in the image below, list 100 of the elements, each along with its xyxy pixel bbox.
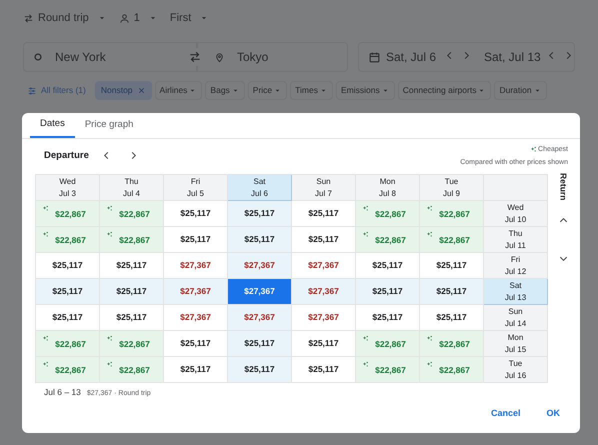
price-cell[interactable]: $25,117	[228, 201, 292, 227]
price-cell[interactable]: $22,867	[356, 357, 420, 383]
price-text: $27,367	[180, 285, 211, 298]
price-cell[interactable]: $22,867	[356, 227, 420, 253]
price-cell[interactable]: $22,867	[356, 331, 420, 357]
price-text: $27,367	[308, 311, 339, 324]
price-cell[interactable]: $27,367	[164, 279, 228, 305]
price-cell[interactable]: $27,367	[164, 305, 228, 331]
dialog-tab[interactable]: Price graph	[74, 113, 144, 138]
row-header[interactable]: Mon Jul 15	[484, 331, 548, 357]
departure-label: Departure	[44, 149, 89, 164]
row-header[interactable]: Sun Jul 14	[484, 305, 548, 331]
trip-option-dropdown[interactable]: First	[170, 10, 210, 26]
column-header[interactable]: Sun Jul 7	[292, 175, 356, 201]
sparkle-icon	[106, 361, 113, 368]
price-cell[interactable]: $25,117	[228, 331, 292, 357]
column-header[interactable]: Fri Jul 5	[164, 175, 228, 201]
price-cell[interactable]: $22,867	[36, 201, 100, 227]
price-cell[interactable]: $25,117	[164, 227, 228, 253]
price-cell[interactable]: $25,117	[420, 253, 484, 279]
price-cell[interactable]: $22,867	[100, 331, 164, 357]
price-text: $25,117	[116, 259, 147, 272]
column-header[interactable]: Mon Jul 8	[356, 175, 420, 201]
price-cell[interactable]: $22,867	[100, 227, 164, 253]
row-header[interactable]: Sat Jul 13	[484, 279, 548, 305]
price-cell[interactable]: $22,867	[36, 331, 100, 357]
dialog-tab[interactable]: Dates	[30, 113, 75, 138]
price-cell[interactable]: $22,867	[420, 201, 484, 227]
price-cell[interactable]: $25,117	[292, 331, 356, 357]
price-cell[interactable]: $27,367	[292, 305, 356, 331]
price-cell[interactable]: $25,117	[100, 253, 164, 279]
column-header[interactable]: Wed Jul 3	[36, 175, 100, 201]
price-cell[interactable]: $25,117	[100, 305, 164, 331]
price-cell[interactable]: $22,867	[420, 331, 484, 357]
column-header[interactable]: Tue Jul 9	[420, 175, 484, 201]
origin-field[interactable]: New York	[23, 42, 197, 72]
filter-dropdown[interactable]: Connecting airports	[398, 81, 492, 100]
trip-option-dropdown[interactable]: 1	[118, 10, 158, 26]
filter-dropdown[interactable]: Duration	[494, 81, 547, 100]
price-text: $25,117	[52, 311, 83, 324]
price-cell[interactable]: $25,117	[356, 305, 420, 331]
price-text: $25,117	[308, 207, 339, 220]
price-text: $22,867	[118, 338, 150, 351]
price-cell[interactable]: $25,117	[420, 305, 484, 331]
row-header[interactable]: Thu Jul 11	[484, 227, 548, 253]
price-cell[interactable]: $25,117	[36, 253, 100, 279]
price-text: $27,367	[308, 285, 339, 298]
price-cell[interactable]: $25,117	[36, 305, 100, 331]
price-cell[interactable]: $27,367	[228, 305, 292, 331]
person-icon	[118, 12, 130, 24]
dialog-button[interactable]: Cancel	[480, 402, 530, 425]
price-cell[interactable]: $27,367	[228, 279, 292, 305]
filter-dropdown[interactable]: Bags	[205, 81, 245, 100]
price-cell[interactable]: $22,867	[420, 357, 484, 383]
price-cell[interactable]: $25,117	[292, 227, 356, 253]
price-cell[interactable]: $25,117	[420, 279, 484, 305]
price-text: $25,117	[116, 285, 147, 298]
sparkle-icon	[362, 231, 369, 238]
filter-dropdown[interactable]: Airlines	[154, 81, 202, 100]
price-cell[interactable]: $25,117	[228, 227, 292, 253]
column-header[interactable]: Sat Jul 6	[228, 175, 292, 201]
row-header[interactable]: Tue Jul 16	[484, 357, 548, 383]
price-text: $22,867	[438, 338, 470, 351]
price-cell[interactable]: $25,117	[164, 331, 228, 357]
sparkle-icon	[362, 361, 369, 368]
destination-field[interactable]: Tokyo	[197, 42, 348, 72]
filter-dropdown[interactable]: Price	[248, 81, 288, 100]
price-text: $22,867	[118, 234, 150, 247]
price-cell[interactable]: $22,867	[36, 357, 100, 383]
filter-dropdown[interactable]: Times	[290, 81, 333, 100]
price-cell[interactable]: $25,117	[292, 201, 356, 227]
price-cell[interactable]: $25,117	[356, 279, 420, 305]
filter-dropdown[interactable]: Emissions	[336, 81, 395, 100]
price-cell[interactable]: $22,867	[356, 201, 420, 227]
column-header[interactable]: Thu Jul 4	[100, 175, 164, 201]
dialog-button[interactable]: OK	[536, 402, 570, 425]
price-cell[interactable]: $22,867	[100, 357, 164, 383]
price-cell[interactable]: $27,367	[292, 253, 356, 279]
price-cell[interactable]: $22,867	[420, 227, 484, 253]
price-cell[interactable]: $25,117	[164, 357, 228, 383]
price-cell[interactable]: $27,367	[164, 253, 228, 279]
price-text: $22,867	[374, 208, 406, 221]
price-text: $22,867	[54, 208, 86, 221]
price-cell[interactable]: $25,117	[228, 357, 292, 383]
calendar-icon	[368, 50, 381, 64]
trip-option-dropdown[interactable]: Round trip	[23, 10, 107, 26]
price-cell[interactable]: $27,367	[228, 253, 292, 279]
price-cell[interactable]: $25,117	[100, 279, 164, 305]
price-cell[interactable]: $27,367	[292, 279, 356, 305]
price-cell[interactable]: $25,117	[356, 253, 420, 279]
circle-icon	[33, 52, 43, 62]
price-cell[interactable]: $25,117	[164, 201, 228, 227]
price-text: $22,867	[374, 338, 406, 351]
row-header[interactable]: Fri Jul 12	[484, 253, 548, 279]
price-cell[interactable]: $22,867	[100, 201, 164, 227]
row-header[interactable]: Wed Jul 10	[484, 201, 548, 227]
price-cell[interactable]: $25,117	[36, 279, 100, 305]
price-cell[interactable]: $25,117	[292, 357, 356, 383]
price-cell[interactable]: $22,867	[36, 227, 100, 253]
price-text: $27,367	[308, 259, 339, 272]
